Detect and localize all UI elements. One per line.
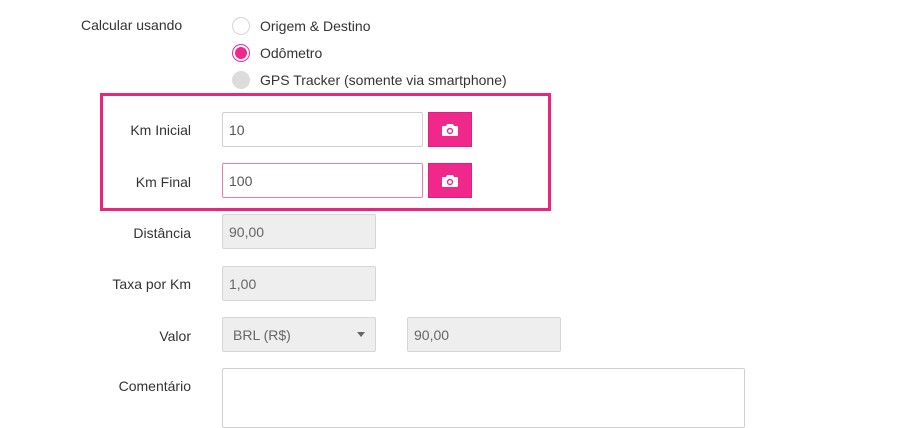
radio-checked-icon[interactable] <box>232 44 250 62</box>
distancia-label: Distância <box>133 225 191 241</box>
taxa-label: Taxa por Km <box>112 276 191 292</box>
valor-label: Valor <box>159 328 191 344</box>
comentario-label: Comentário <box>118 378 191 394</box>
distancia-value: 90,00 <box>229 223 265 240</box>
camera-icon <box>442 124 458 136</box>
radio-gps-tracker: GPS Tracker (somente via smartphone) <box>232 71 507 89</box>
km-inicial-label: Km Inicial <box>130 122 191 138</box>
taxa-field: 1,00 <box>222 266 376 301</box>
radio-origem-destino[interactable]: Origem & Destino <box>232 17 370 35</box>
radio-circle-icon[interactable] <box>232 17 250 35</box>
camera-icon <box>442 175 458 187</box>
km-final-camera-button[interactable] <box>428 163 472 198</box>
km-final-value: 100 <box>229 172 253 189</box>
km-final-label: Km Final <box>135 174 191 190</box>
valor-amount-field: 90,00 <box>407 317 561 352</box>
radio-label: GPS Tracker (somente via smartphone) <box>260 72 507 88</box>
valor-amount: 90,00 <box>414 326 450 343</box>
km-final-input[interactable]: 100 <box>222 163 423 198</box>
taxa-value: 1,00 <box>229 275 257 292</box>
radio-label: Odômetro <box>260 45 323 61</box>
currency-select[interactable]: BRL (R$) <box>222 317 376 352</box>
radio-label: Origem & Destino <box>260 18 371 34</box>
km-inicial-camera-button[interactable] <box>428 112 472 147</box>
calc-method-label: Calcular usando <box>81 17 183 33</box>
distancia-field: 90,00 <box>222 214 376 249</box>
currency-value: BRL (R$) <box>233 326 291 343</box>
comentario-textarea[interactable] <box>222 368 745 428</box>
radio-odometro[interactable]: Odômetro <box>232 44 322 62</box>
km-inicial-input[interactable]: 10 <box>222 112 423 147</box>
chevron-down-icon <box>357 332 365 337</box>
km-inicial-value: 10 <box>229 121 245 138</box>
radio-disabled-icon <box>232 71 250 89</box>
